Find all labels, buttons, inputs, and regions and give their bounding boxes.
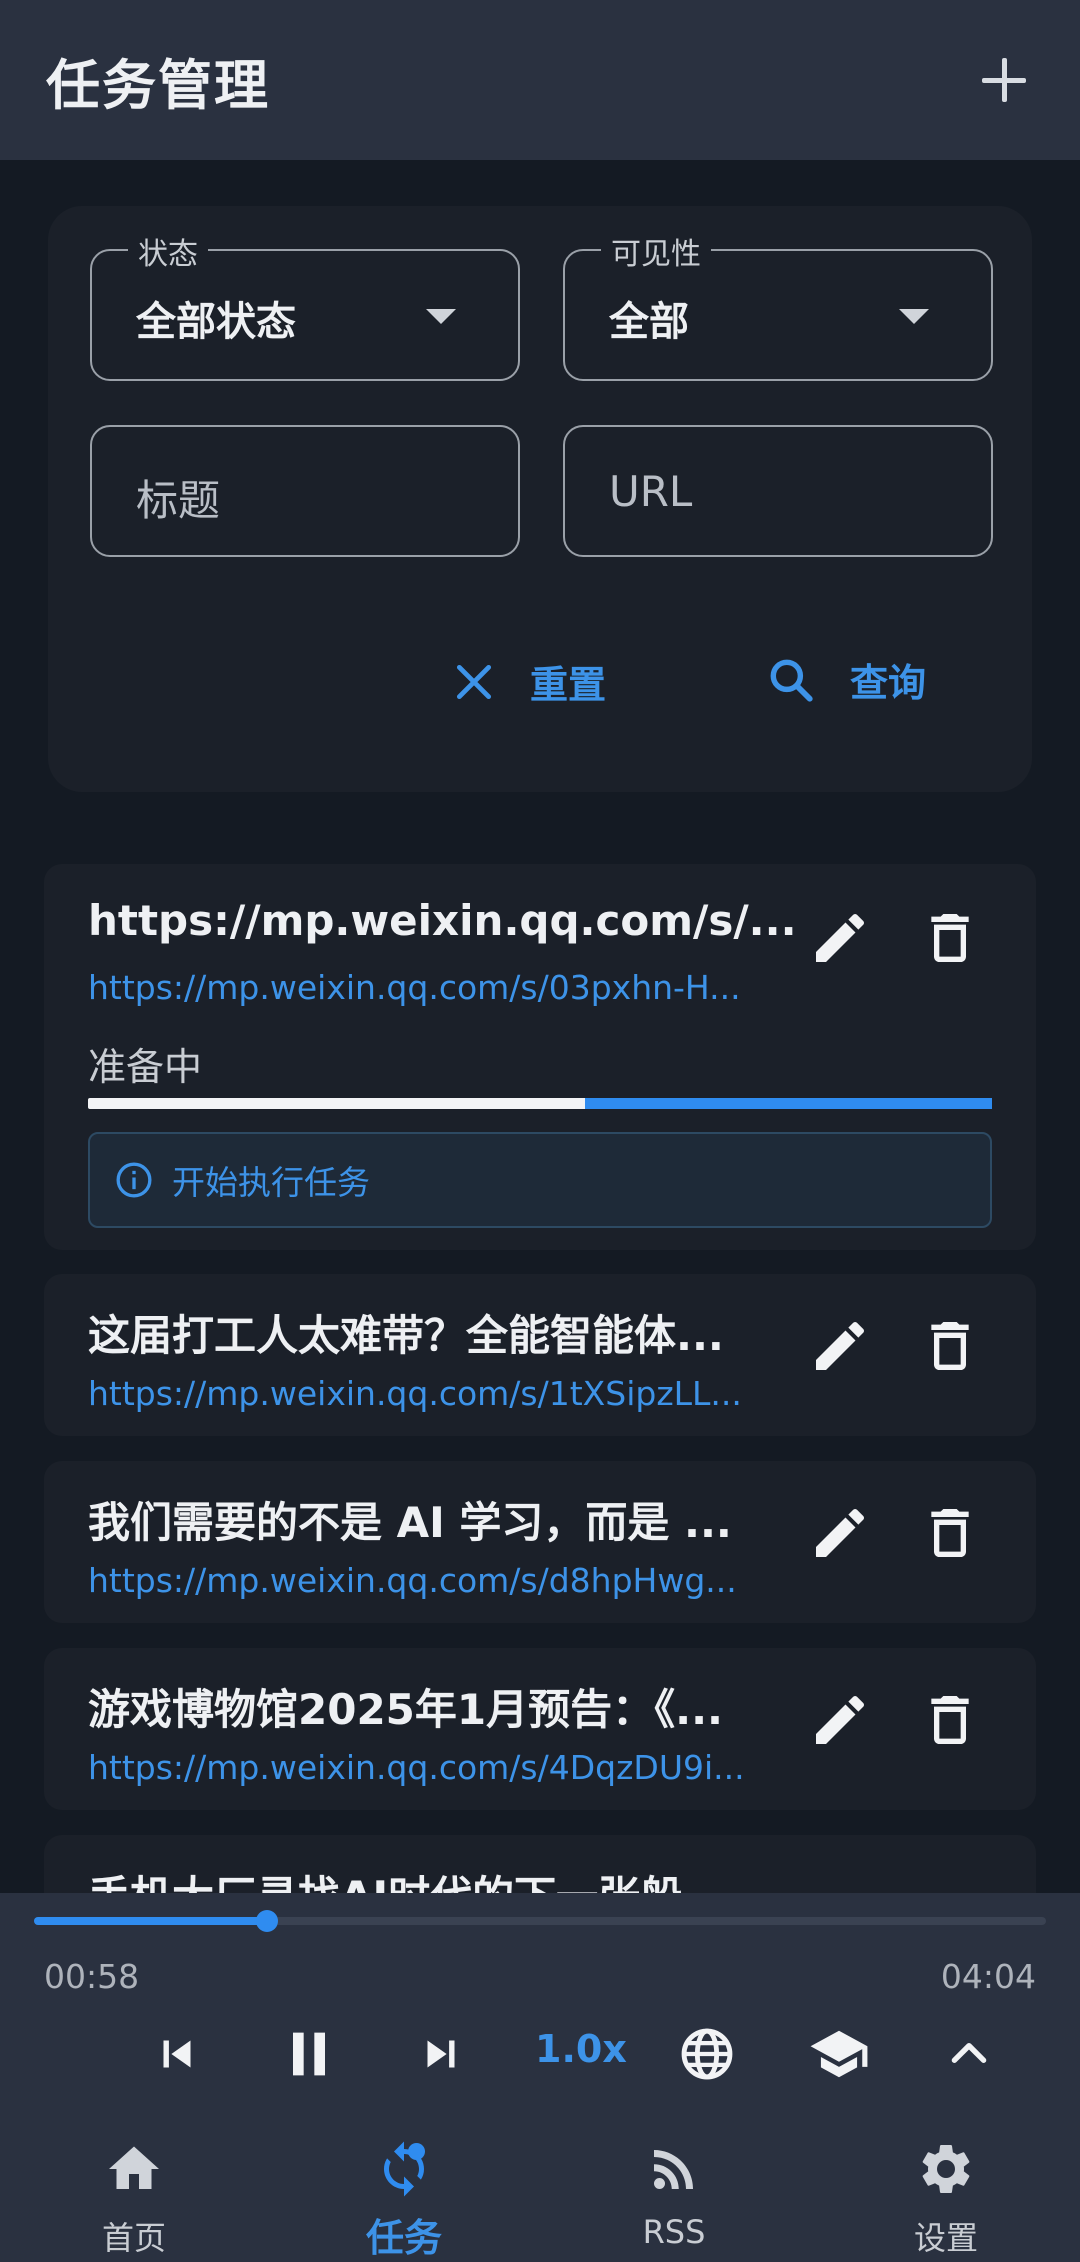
- task-url[interactable]: https://mp.weixin.qq.com/s/1tXSipzLL...: [88, 1374, 808, 1413]
- edit-icon[interactable]: [808, 1501, 872, 1565]
- school-icon[interactable]: [804, 2019, 874, 2089]
- status-select-label: 状态: [128, 229, 208, 273]
- info-icon: [116, 1162, 152, 1198]
- chevron-up-icon[interactable]: [934, 2019, 1004, 2089]
- playback-speed[interactable]: 1.0x: [535, 2027, 627, 2071]
- nav-label-rss: RSS: [642, 2213, 706, 2251]
- task-url[interactable]: https://mp.weixin.qq.com/s/03pxhn-H...: [88, 968, 808, 1007]
- trash-icon[interactable]: [918, 906, 982, 970]
- edit-icon[interactable]: [808, 1688, 872, 1752]
- page-title: 任务管理: [46, 53, 270, 117]
- task-card[interactable]: 这届打工人太难带？全能智能体... https://mp.weixin.qq.c…: [44, 1274, 1036, 1436]
- url-input-placeholder: URL: [609, 467, 693, 516]
- trash-icon[interactable]: [918, 1501, 982, 1565]
- filter-card: 状态 全部状态 可见性 全部 标题 URL 重置 查询: [48, 206, 1032, 792]
- nav-item-home[interactable]: 首页: [34, 2123, 234, 2262]
- task-info-text: 开始执行任务: [172, 1163, 370, 1202]
- status-select[interactable]: 状态 全部状态: [90, 229, 520, 381]
- nav-item-settings[interactable]: 设置: [846, 2123, 1046, 2262]
- search-label: 查询: [850, 661, 927, 705]
- task-title: 游戏博物馆2025年1月预告：《...: [88, 1685, 723, 1734]
- dropdown-arrow-icon: [426, 309, 456, 324]
- globe-icon[interactable]: [672, 2019, 742, 2089]
- dropdown-arrow-icon: [899, 309, 929, 324]
- rss-icon: [654, 2150, 693, 2189]
- elapsed-time: 00:58: [44, 1957, 140, 1996]
- reset-label: 重置: [530, 663, 607, 707]
- previous-icon[interactable]: [142, 2019, 212, 2089]
- title-input-placeholder: 标题: [136, 476, 221, 525]
- task-card[interactable]: https://mp.weixin.qq.com/s/... https://m…: [44, 864, 1036, 1250]
- task-url[interactable]: https://mp.weixin.qq.com/s/4DqzDU9i...: [88, 1748, 808, 1787]
- nav-label-tasks: 任务: [365, 2216, 442, 2260]
- visibility-select-label: 可见性: [601, 229, 711, 273]
- task-progress-fill: [585, 1098, 992, 1109]
- app-bar: 任务管理: [0, 0, 1080, 160]
- home-icon: [109, 2146, 159, 2189]
- nav-item-tasks[interactable]: 任务: [304, 2123, 504, 2262]
- nav-label-home: 首页: [101, 2219, 166, 2257]
- task-card[interactable]: 游戏博物馆2025年1月预告：《... https://mp.weixin.qq…: [44, 1648, 1036, 1810]
- task-card[interactable]: 我们需要的不是 AI 学习，而是 ... https://mp.weixin.q…: [44, 1461, 1036, 1623]
- search-button[interactable]: 查询: [766, 652, 926, 707]
- search-icon: [770, 659, 813, 702]
- bottom-nav: 首页 任务 RSS 设置: [0, 2123, 1080, 2262]
- trash-icon[interactable]: [918, 1314, 982, 1378]
- task-title: 我们需要的不是 AI 学习，而是 ...: [88, 1498, 732, 1547]
- seek-thumb[interactable]: [255, 1910, 278, 1932]
- reset-button[interactable]: 重置: [452, 654, 606, 709]
- plus-icon[interactable]: [974, 50, 1034, 110]
- task-title: 这届打工人太难带？全能智能体...: [88, 1311, 724, 1360]
- nav-item-rss[interactable]: RSS: [574, 2123, 774, 2262]
- audio-player: 00:58 04:04 1.0x: [0, 1893, 1080, 2123]
- task-status: 准备中: [88, 1045, 203, 1089]
- sync-icon: [384, 2141, 425, 2197]
- visibility-select-value: 全部: [609, 299, 689, 345]
- trash-icon[interactable]: [918, 1688, 982, 1752]
- gear-icon: [922, 2145, 970, 2193]
- total-time: 04:04: [940, 1957, 1036, 1996]
- task-info-message: 开始执行任务: [88, 1132, 992, 1228]
- task-url[interactable]: https://mp.weixin.qq.com/s/d8hpHwg...: [88, 1561, 808, 1600]
- task-title: https://mp.weixin.qq.com/s/...: [88, 896, 797, 945]
- visibility-select[interactable]: 可见性 全部: [563, 229, 993, 381]
- close-icon: [456, 664, 492, 699]
- url-input[interactable]: URL: [563, 425, 993, 557]
- edit-icon[interactable]: [808, 1314, 872, 1378]
- nav-label-settings: 设置: [913, 2219, 978, 2257]
- next-icon[interactable]: [406, 2019, 476, 2089]
- edit-icon[interactable]: [808, 906, 872, 970]
- seek-bar[interactable]: [34, 1910, 1046, 1932]
- title-input[interactable]: 标题: [90, 425, 520, 557]
- task-progress-bar: [88, 1098, 992, 1109]
- seek-bar-fill: [34, 1917, 267, 1925]
- status-select-value: 全部状态: [136, 299, 296, 345]
- pause-icon[interactable]: [274, 2019, 344, 2089]
